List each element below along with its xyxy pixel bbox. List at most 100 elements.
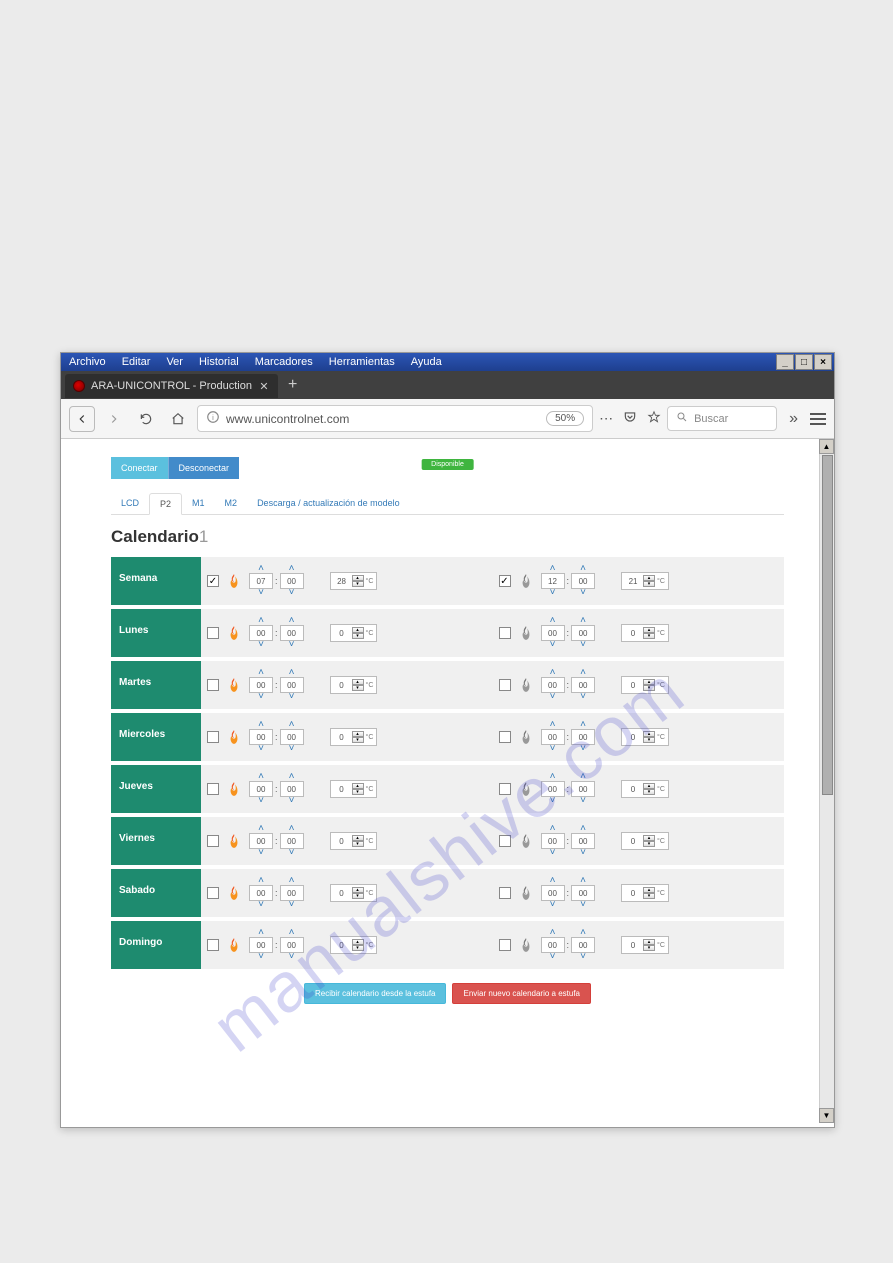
spinner-up[interactable]: ˄ [289, 929, 295, 937]
spinner-down[interactable]: ˅ [580, 589, 586, 597]
menu-ayuda[interactable]: Ayuda [403, 353, 450, 371]
spinner-up[interactable]: ˄ [580, 929, 586, 937]
temp-input[interactable]: 0▴▾°C [621, 884, 669, 902]
spinner-up[interactable]: ˄ [258, 721, 264, 729]
spinner-up[interactable]: ˄ [289, 721, 295, 729]
search-bar[interactable]: Buscar [667, 406, 777, 431]
spinner-up[interactable]: ˄ [550, 773, 556, 781]
url-bar[interactable]: i www.unicontrolnet.com 50% [197, 405, 593, 432]
enable-checkbox[interactable] [207, 731, 219, 743]
enable-checkbox[interactable] [207, 835, 219, 847]
scroll-down-button[interactable]: ▼ [819, 1108, 834, 1123]
spinner-up[interactable]: ˄ [550, 721, 556, 729]
spinner-down[interactable]: ˅ [258, 849, 264, 857]
spinner-up[interactable]: ˄ [289, 565, 295, 573]
temp-down[interactable]: ▾ [352, 737, 364, 743]
enable-checkbox[interactable]: ✓ [207, 575, 219, 587]
enable-checkbox[interactable] [499, 835, 511, 847]
bookmark-star-icon[interactable] [647, 410, 661, 427]
spinner-up[interactable]: ˄ [258, 669, 264, 677]
spinner-up[interactable]: ˄ [289, 773, 295, 781]
temp-down[interactable]: ▾ [643, 685, 655, 691]
spinner-down[interactable]: ˅ [580, 641, 586, 649]
spinner-up[interactable]: ˄ [580, 565, 586, 573]
enable-checkbox[interactable] [207, 887, 219, 899]
nav-tab-m2[interactable]: M2 [215, 493, 248, 514]
spinner-up[interactable]: ˄ [550, 877, 556, 885]
spinner-down[interactable]: ˅ [289, 901, 295, 909]
temp-down[interactable]: ▾ [352, 841, 364, 847]
temp-input[interactable]: 0▴▾°C [621, 676, 669, 694]
spinner-up[interactable]: ˄ [258, 565, 264, 573]
temp-input[interactable]: 0▴▾°C [330, 676, 378, 694]
zoom-badge[interactable]: 50% [546, 411, 584, 426]
spinner-up[interactable]: ˄ [289, 825, 295, 833]
nav-tab-p2[interactable]: P2 [149, 493, 182, 515]
spinner-down[interactable]: ˅ [550, 589, 556, 597]
back-button[interactable] [69, 406, 95, 432]
spinner-down[interactable]: ˅ [289, 693, 295, 701]
menu-herramientas[interactable]: Herramientas [321, 353, 403, 371]
spinner-up[interactable]: ˄ [580, 669, 586, 677]
temp-down[interactable]: ▾ [352, 789, 364, 795]
spinner-down[interactable]: ˅ [258, 901, 264, 909]
tab-close-button[interactable]: ✕ [258, 380, 270, 392]
spinner-up[interactable]: ˄ [550, 825, 556, 833]
spinner-down[interactable]: ˅ [580, 901, 586, 909]
spinner-down[interactable]: ˅ [258, 953, 264, 961]
spinner-down[interactable]: ˅ [258, 797, 264, 805]
spinner-down[interactable]: ˅ [580, 693, 586, 701]
temp-down[interactable]: ▾ [352, 581, 364, 587]
temp-down[interactable]: ▾ [352, 685, 364, 691]
enable-checkbox[interactable] [499, 783, 511, 795]
enable-checkbox[interactable] [207, 939, 219, 951]
temp-down[interactable]: ▾ [352, 945, 364, 951]
connect-button[interactable]: Conectar [111, 457, 168, 479]
spinner-up[interactable]: ˄ [580, 825, 586, 833]
spinner-up[interactable]: ˄ [550, 617, 556, 625]
spinner-down[interactable]: ˅ [289, 745, 295, 753]
spinner-down[interactable]: ˅ [289, 641, 295, 649]
spinner-down[interactable]: ˅ [550, 693, 556, 701]
temp-input[interactable]: 0▴▾°C [330, 936, 378, 954]
enable-checkbox[interactable] [499, 679, 511, 691]
minimize-button[interactable]: _ [776, 354, 794, 370]
spinner-up[interactable]: ˄ [289, 669, 295, 677]
temp-down[interactable]: ▾ [643, 841, 655, 847]
enable-checkbox[interactable] [499, 627, 511, 639]
browser-tab[interactable]: ARA-UNICONTROL - Production ✕ [65, 374, 278, 398]
spinner-down[interactable]: ˅ [289, 797, 295, 805]
spinner-up[interactable]: ˄ [580, 721, 586, 729]
temp-input[interactable]: 0▴▾°C [330, 884, 378, 902]
spinner-up[interactable]: ˄ [580, 877, 586, 885]
enable-checkbox[interactable] [499, 939, 511, 951]
temp-down[interactable]: ▾ [643, 581, 655, 587]
send-calendar-button[interactable]: Enviar nuevo calendario a estufa [452, 983, 591, 1004]
enable-checkbox[interactable] [207, 679, 219, 691]
spinner-down[interactable]: ˅ [550, 797, 556, 805]
menu-marcadores[interactable]: Marcadores [247, 353, 321, 371]
menu-editar[interactable]: Editar [114, 353, 159, 371]
reload-button[interactable] [133, 406, 159, 432]
spinner-up[interactable]: ˄ [289, 877, 295, 885]
temp-input[interactable]: 0▴▾°C [330, 624, 378, 642]
spinner-up[interactable]: ˄ [258, 773, 264, 781]
temp-input[interactable]: 0▴▾°C [330, 728, 378, 746]
close-window-button[interactable]: × [814, 354, 832, 370]
spinner-up[interactable]: ˄ [289, 617, 295, 625]
temp-input[interactable]: 21▴▾°C [621, 572, 669, 590]
receive-calendar-button[interactable]: Recibir calendario desde la estufa [304, 983, 447, 1004]
spinner-up[interactable]: ˄ [258, 617, 264, 625]
spinner-up[interactable]: ˄ [550, 929, 556, 937]
info-icon[interactable]: i [206, 410, 220, 427]
menu-archivo[interactable]: Archivo [61, 353, 114, 371]
enable-checkbox[interactable] [207, 627, 219, 639]
temp-down[interactable]: ▾ [643, 789, 655, 795]
spinner-up[interactable]: ˄ [550, 565, 556, 573]
nav-tab-lcd[interactable]: LCD [111, 493, 149, 514]
spinner-up[interactable]: ˄ [580, 773, 586, 781]
spinner-down[interactable]: ˅ [550, 953, 556, 961]
spinner-down[interactable]: ˅ [580, 849, 586, 857]
enable-checkbox[interactable] [207, 783, 219, 795]
enable-checkbox[interactable]: ✓ [499, 575, 511, 587]
